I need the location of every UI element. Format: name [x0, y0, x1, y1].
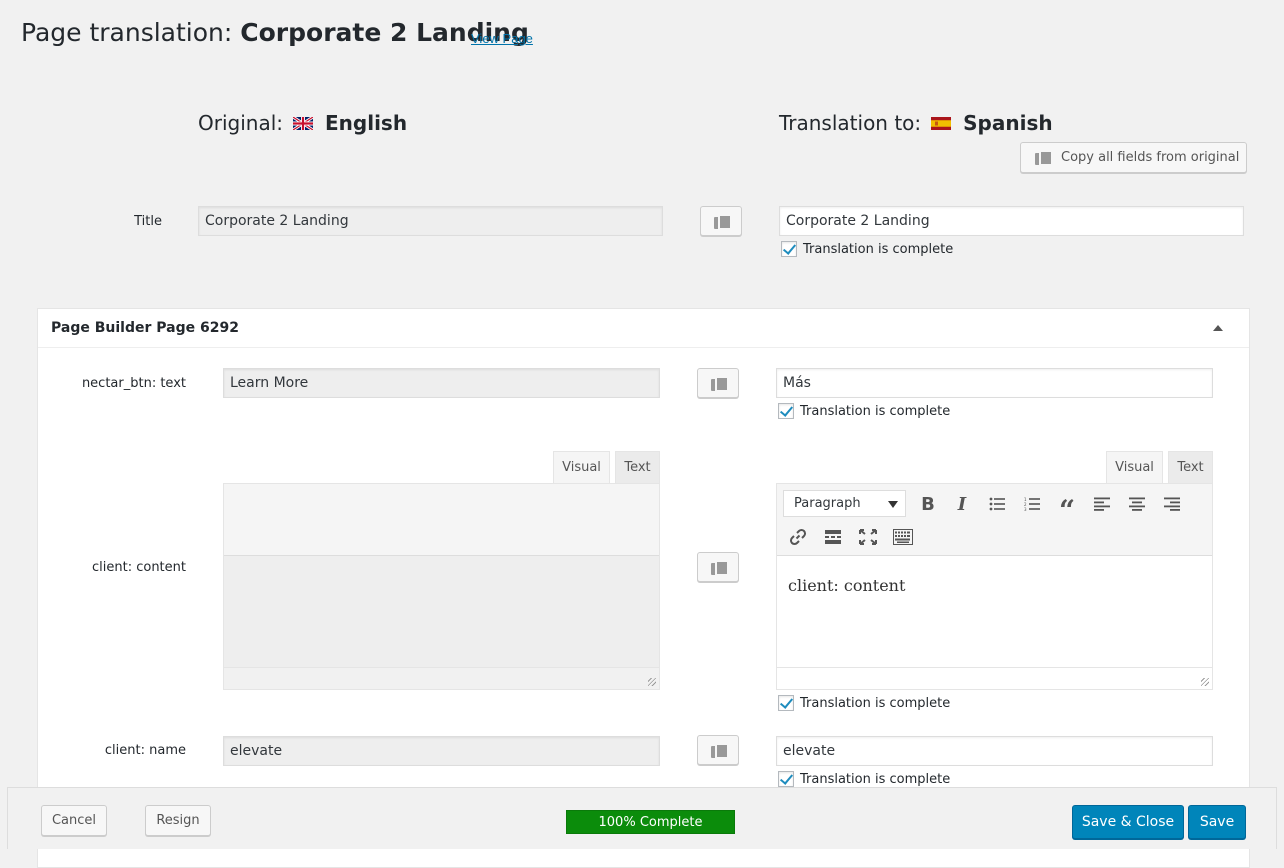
svg-text:3: 3 [1024, 507, 1027, 511]
original-language-name: English [325, 111, 408, 135]
original-editor-toolbar [224, 484, 659, 556]
complete-label: Translation is complete [800, 695, 951, 711]
panel-title: Page Builder Page 6292 [51, 320, 239, 336]
nectar-btn-translation-input[interactable]: Más [776, 368, 1213, 398]
copy-nectar-btn-button[interactable] [697, 368, 739, 398]
bold-icon[interactable]: B [914, 490, 942, 518]
resign-button[interactable]: Resign [145, 805, 211, 836]
client-name-original-field: elevate [223, 736, 660, 766]
complete-checkbox[interactable] [778, 403, 794, 419]
copy-icon [1035, 150, 1053, 166]
translation-editor-body[interactable]: client: content [777, 556, 1212, 667]
footer-bar: Cancel Resign 100% Complete Save & Close… [7, 787, 1277, 849]
editor-toolbar: Paragraph B I 123 “ [777, 484, 1212, 556]
read-more-icon[interactable] [819, 523, 847, 551]
page-title: Page translation: Corporate 2 Landing [21, 18, 529, 47]
align-center-icon[interactable] [1123, 490, 1151, 518]
save-button[interactable]: Save [1188, 805, 1246, 839]
page-title-prefix: Page translation: [21, 18, 233, 47]
format-select[interactable]: Paragraph [783, 490, 906, 517]
original-tab-visual[interactable]: Visual [553, 451, 610, 483]
bulleted-list-icon[interactable] [983, 490, 1011, 518]
blockquote-icon[interactable]: “ [1053, 490, 1081, 527]
spain-flag-icon [931, 116, 952, 130]
resize-handle-icon[interactable] [648, 678, 656, 686]
copy-client-content-button[interactable] [697, 552, 739, 582]
field-label-client-name: client: name [104, 743, 186, 758]
cancel-button[interactable]: Cancel [41, 805, 107, 836]
original-editor-statusbar [224, 667, 659, 689]
copy-icon [711, 375, 729, 392]
panel-header[interactable]: Page Builder Page 6292 [38, 309, 1249, 348]
translation-label: Translation to: [779, 111, 922, 135]
title-original-field: Corporate 2 Landing [198, 206, 663, 236]
client-name-translation-input[interactable]: elevate [776, 736, 1213, 766]
field-label-client-content: client: content [92, 560, 186, 575]
translation-tab-text[interactable]: Text [1168, 451, 1213, 483]
field-label-nectar-btn: nectar_btn: text [81, 376, 186, 391]
translation-content-editor[interactable]: Paragraph B I 123 “ client: content [776, 483, 1213, 690]
chevron-down-icon [888, 501, 898, 508]
translation-editor-statusbar [777, 667, 1212, 689]
copy-all-button[interactable]: Copy all fields from original [1020, 142, 1247, 173]
translation-language-name: Spanish [963, 111, 1053, 135]
complete-label: Translation is complete [800, 403, 951, 419]
complete-label: Translation is complete [803, 241, 954, 257]
copy-icon [711, 559, 729, 576]
translation-tab-visual[interactable]: Visual [1106, 451, 1163, 483]
nectar-btn-complete-checkbox-row[interactable]: Translation is complete [778, 403, 950, 419]
save-close-button[interactable]: Save & Close [1072, 805, 1184, 839]
numbered-list-icon[interactable]: 123 [1018, 490, 1046, 518]
toolbar-toggle-icon[interactable] [889, 523, 917, 551]
align-left-icon[interactable] [1088, 490, 1116, 518]
link-icon[interactable] [784, 523, 812, 551]
align-right-icon[interactable] [1158, 490, 1186, 518]
copy-client-name-button[interactable] [697, 735, 739, 765]
view-page-link[interactable]: View Page [471, 31, 533, 46]
complete-checkbox[interactable] [778, 695, 794, 711]
uk-flag-icon [293, 116, 313, 130]
copy-icon [711, 742, 729, 759]
italic-icon[interactable]: I [948, 490, 976, 518]
progress-bar: 100% Complete [566, 810, 735, 834]
translation-language-header: Translation to: Spanish [779, 111, 1053, 135]
title-translation-input[interactable]: Corporate 2 Landing [779, 206, 1244, 236]
copy-title-button[interactable] [700, 206, 742, 236]
fullscreen-icon[interactable] [854, 523, 882, 551]
complete-label: Translation is complete [800, 771, 951, 787]
original-label: Original: [198, 111, 283, 135]
resize-handle-icon[interactable] [1201, 678, 1209, 686]
complete-checkbox[interactable] [781, 241, 797, 257]
collapse-arrow-icon[interactable] [1213, 325, 1223, 331]
original-language-header: Original: English [198, 111, 407, 135]
complete-checkbox[interactable] [778, 771, 794, 787]
client-content-complete-checkbox-row[interactable]: Translation is complete [778, 695, 950, 711]
copy-icon [714, 213, 732, 230]
format-select-value: Paragraph [794, 496, 861, 511]
title-complete-checkbox-row[interactable]: Translation is complete [781, 241, 953, 257]
copy-all-label: Copy all fields from original [1061, 150, 1240, 165]
original-content-editor [223, 483, 660, 690]
original-editor-body [224, 556, 659, 667]
title-field-label: Title [134, 214, 162, 229]
client-name-complete-checkbox-row[interactable]: Translation is complete [778, 771, 950, 787]
nectar-btn-original-field: Learn More [223, 368, 660, 398]
original-tab-text[interactable]: Text [615, 451, 660, 483]
